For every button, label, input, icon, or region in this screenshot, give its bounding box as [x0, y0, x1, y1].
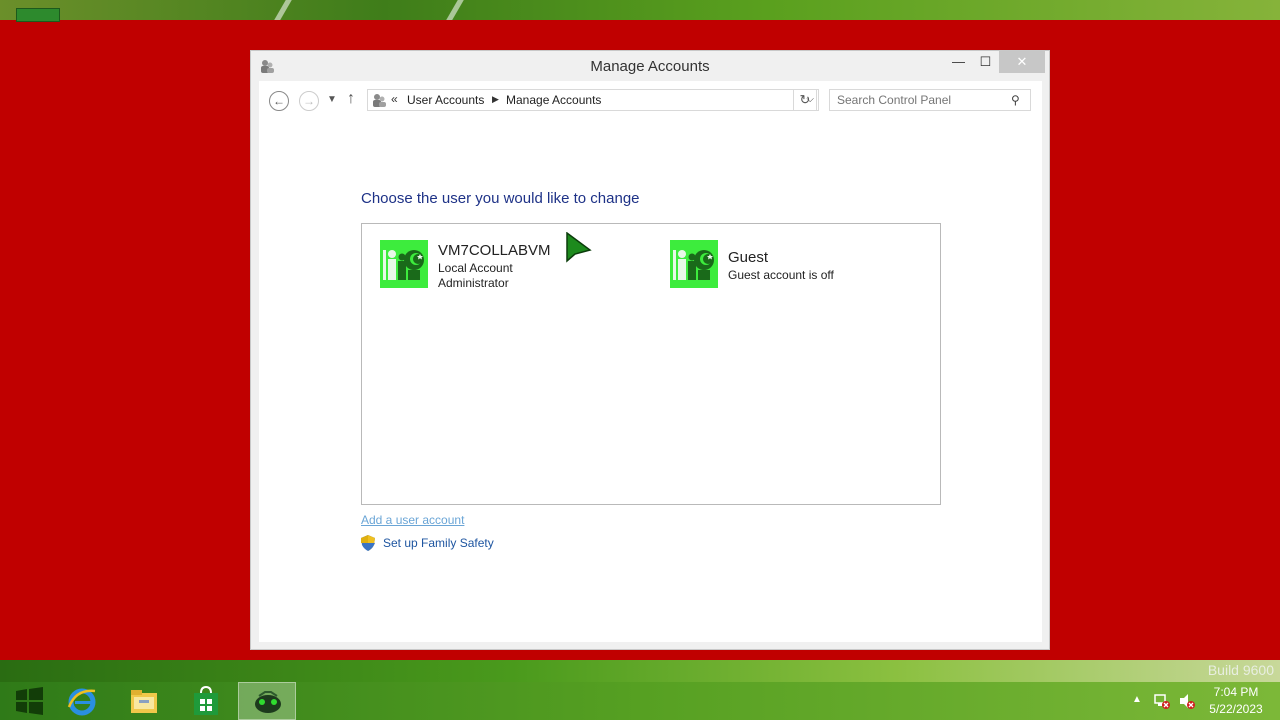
manage-accounts-window: Manage Accounts — ☐ ✕ ← → ▼ ↑ « User Acc…	[250, 50, 1050, 650]
breadcrumb-user-accounts[interactable]: User Accounts	[407, 93, 484, 107]
desktop-icon-partial[interactable]	[16, 8, 60, 22]
clock-time[interactable]: 7:04 PM	[1208, 685, 1264, 699]
minimize-button[interactable]: —	[945, 51, 972, 73]
up-button[interactable]: ↑	[347, 90, 355, 108]
window-title: Manage Accounts	[590, 58, 710, 75]
page-heading: Choose the user you would like to change	[361, 190, 640, 207]
wallpaper-streak	[274, 0, 292, 20]
account-type: Local Account	[438, 261, 513, 275]
user-avatar-icon	[670, 240, 718, 288]
search-input[interactable]	[829, 89, 1031, 111]
control-panel-users-icon	[373, 94, 386, 107]
address-bar[interactable]: « User Accounts ▶ Manage Accounts ⌵	[367, 89, 819, 111]
account-name: Guest	[728, 249, 769, 266]
mouse-cursor-icon	[566, 232, 592, 263]
account-role: Administrator	[438, 276, 509, 290]
forward-button[interactable]: →	[299, 91, 319, 111]
recent-locations-dropdown[interactable]: ▼	[327, 94, 337, 105]
family-safety-link[interactable]: Set up Family Safety	[383, 536, 494, 550]
taskbar-store[interactable]	[178, 682, 234, 720]
back-button[interactable]: ←	[269, 91, 289, 111]
search-icon[interactable]: ⚲	[1011, 93, 1020, 107]
start-button[interactable]	[0, 682, 56, 720]
breadcrumb-overflow[interactable]: «	[391, 92, 398, 106]
close-button[interactable]: ✕	[999, 51, 1045, 73]
title-bar[interactable]: Manage Accounts — ☐ ✕	[251, 51, 1049, 81]
add-user-account-link[interactable]: Add a user account	[361, 513, 464, 527]
taskbar-file-explorer[interactable]	[116, 682, 172, 720]
internet-explorer-icon	[67, 688, 96, 716]
account-status: Guest account is off	[728, 268, 834, 282]
content-pane: ← → ▼ ↑ « User Accounts ▶ Manage Account…	[259, 81, 1042, 642]
taskbar: ▲ 7:04 PM 5/22/2023	[0, 682, 1280, 720]
breadcrumb-separator-icon[interactable]: ▶	[492, 94, 499, 105]
maximize-button[interactable]: ☐	[972, 51, 999, 73]
uac-shield-icon	[361, 535, 375, 551]
accounts-list: VM7COLLABVM Local Account Administrator …	[361, 223, 941, 505]
network-icon[interactable]	[1153, 692, 1171, 710]
file-explorer-icon	[131, 690, 157, 713]
taskbar-user-accounts-app[interactable]	[238, 682, 296, 720]
refresh-button[interactable]: ↻	[793, 89, 817, 111]
breadcrumb-manage-accounts[interactable]: Manage Accounts	[506, 93, 601, 107]
wallpaper-streak	[446, 0, 464, 20]
build-watermark: Build 9600	[1207, 662, 1274, 678]
volume-muted-icon[interactable]	[1178, 692, 1196, 710]
show-hidden-icons-button[interactable]: ▲	[1132, 694, 1142, 705]
windows-start-icon	[16, 687, 43, 715]
account-tile-vm7collabvm[interactable]: VM7COLLABVM Local Account Administrator	[380, 240, 640, 290]
clock-date[interactable]: 5/22/2023	[1208, 702, 1264, 716]
store-icon	[194, 685, 218, 715]
user-accounts-app-icon	[255, 691, 281, 713]
account-tile-guest[interactable]: Guest Guest account is off	[670, 240, 930, 290]
user-avatar-icon	[380, 240, 428, 288]
desktop-wallpaper-bottom	[0, 660, 1280, 682]
account-name: VM7COLLABVM	[438, 242, 551, 259]
taskbar-internet-explorer[interactable]	[54, 682, 110, 720]
desktop-wallpaper-top	[0, 0, 1280, 22]
